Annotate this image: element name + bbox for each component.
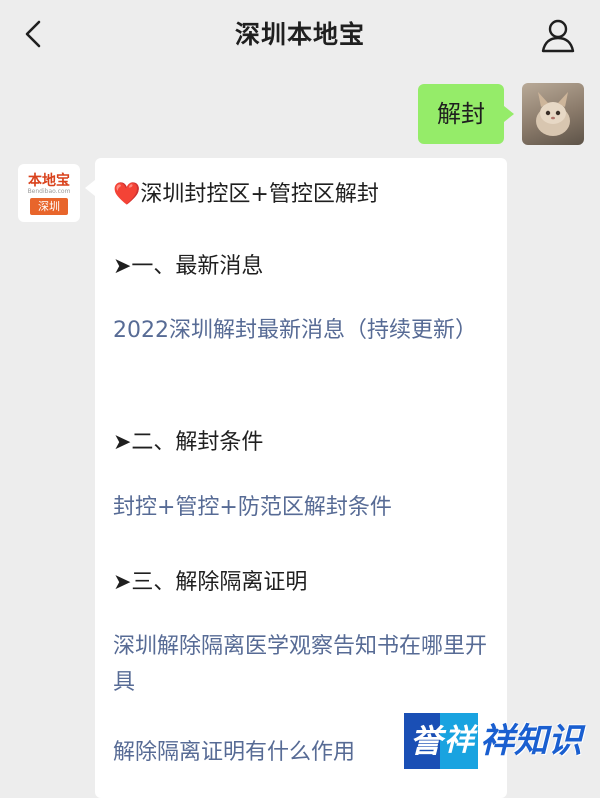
my-avatar[interactable] [522, 83, 584, 145]
section-title: ➤二、解封条件 [113, 430, 264, 455]
section-title: ➤一、最新消息 [113, 254, 264, 279]
bot-logo-city: 深圳 [30, 198, 68, 215]
profile-button[interactable] [536, 14, 580, 58]
watermark-text: 祥知识 [480, 721, 582, 761]
page-title: 深圳本地宝 [234, 20, 365, 49]
reply-heading-text: 深圳封控区+管控区解封 [140, 182, 379, 207]
bot-logo-domain: Bendibao.com [27, 188, 71, 195]
my-message-text: 解封 [437, 100, 485, 128]
watermark-char-2: 祥 [444, 723, 474, 758]
reply-heading: ❤️深圳封控区+管控区解封 [113, 176, 379, 208]
top-bar: 深圳本地宝 [0, 0, 600, 70]
my-message-bubble[interactable]: 解封 [418, 84, 514, 144]
section-title: ➤三、解除隔离证明 [113, 570, 308, 595]
reply-message-bubble: ❤️深圳封控区+管控区解封 ➤一、最新消息 2022深圳解封最新消息（持续更新）… [85, 158, 507, 798]
bot-logo-name: 本地宝 [28, 173, 70, 189]
article-link[interactable]: 深圳解除隔离医学观察告知书在哪里开具 [113, 629, 488, 701]
cat-avatar-image [536, 92, 570, 136]
heart-icon: ❤️ [113, 182, 141, 207]
bot-avatar[interactable]: 本地宝 Bendibao.com 深圳 [18, 164, 80, 222]
person-icon [541, 19, 575, 53]
article-link[interactable]: 封控+管控+防范区解封条件 [113, 490, 488, 526]
article-link[interactable]: 2022深圳解封最新消息（持续更新） [113, 313, 488, 349]
